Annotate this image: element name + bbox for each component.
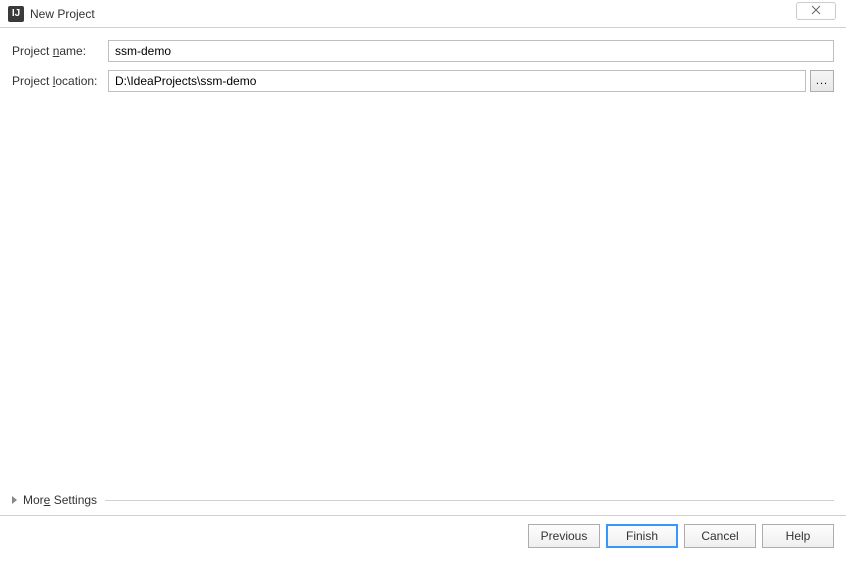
close-button[interactable]	[796, 2, 836, 20]
separator	[105, 500, 834, 501]
more-settings-toggle[interactable]: More Settings	[0, 493, 846, 507]
titlebar: IJ New Project	[0, 0, 846, 28]
help-button[interactable]: Help	[762, 524, 834, 548]
form-content: Project name: Project location: ...	[0, 28, 846, 92]
more-settings-label: More Settings	[23, 493, 97, 507]
app-icon: IJ	[8, 6, 24, 22]
project-location-label: Project location:	[12, 74, 108, 88]
project-location-row: Project location: ...	[12, 70, 834, 92]
finish-button[interactable]: Finish	[606, 524, 678, 548]
project-name-row: Project name:	[12, 40, 834, 62]
window-title: New Project	[30, 7, 95, 21]
project-location-input[interactable]	[108, 70, 806, 92]
button-bar: Previous Finish Cancel Help	[0, 515, 846, 560]
cancel-button[interactable]: Cancel	[684, 524, 756, 548]
project-name-label: Project name:	[12, 44, 108, 58]
spacer	[0, 100, 846, 493]
project-name-input[interactable]	[108, 40, 834, 62]
titlebar-left: IJ New Project	[8, 6, 95, 22]
browse-button[interactable]: ...	[810, 70, 834, 92]
chevron-right-icon	[12, 496, 17, 504]
close-icon	[811, 5, 821, 18]
previous-button[interactable]: Previous	[528, 524, 600, 548]
